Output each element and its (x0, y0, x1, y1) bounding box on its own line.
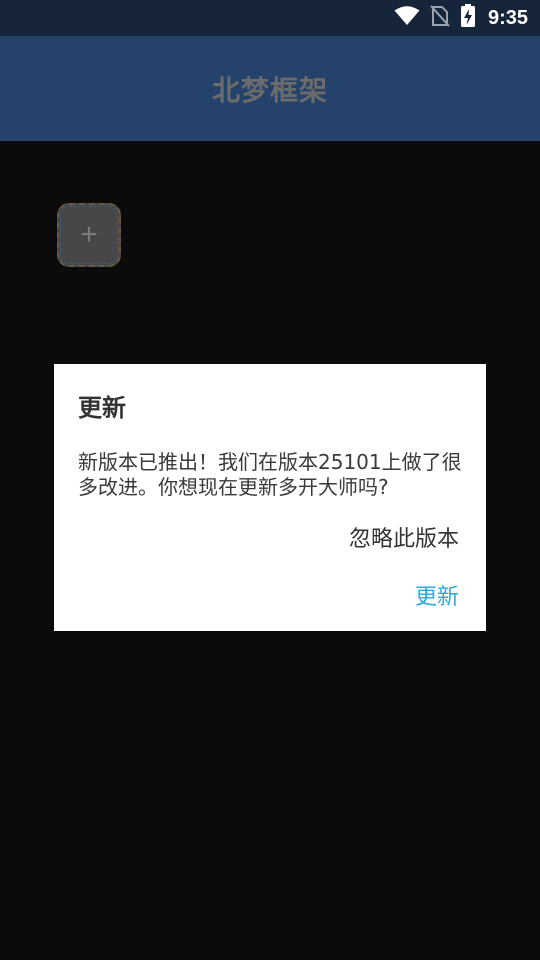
update-dialog: 更新 新版本已推出！我们在版本25101上做了很多改进。你想现在更新多开大师吗?… (54, 364, 486, 631)
app-bar: 北梦框架 (0, 36, 540, 141)
plus-icon: + (80, 218, 98, 251)
app-title: 北梦框架 (211, 73, 328, 107)
add-app-button[interactable]: + (57, 203, 121, 267)
update-button[interactable]: 更新 (415, 579, 459, 611)
status-time: 9:35 (487, 6, 528, 29)
dialog-title: 更新 (78, 394, 126, 422)
dialog-message: 新版本已推出！我们在版本25101上做了很多改进。你想现在更新多开大师吗? (78, 450, 462, 499)
wifi-icon (394, 6, 420, 30)
no-sim-icon (430, 5, 450, 31)
status-icons: 9:35 (394, 0, 528, 36)
battery-charging-icon (460, 4, 476, 32)
screen: 9:35 北梦框架 + 更新 新版本已推出！我们在版本25101上做了很多改进。… (0, 0, 540, 960)
ignore-version-button[interactable]: 忽略此版本 (349, 521, 459, 553)
status-bar: 9:35 (0, 0, 540, 36)
